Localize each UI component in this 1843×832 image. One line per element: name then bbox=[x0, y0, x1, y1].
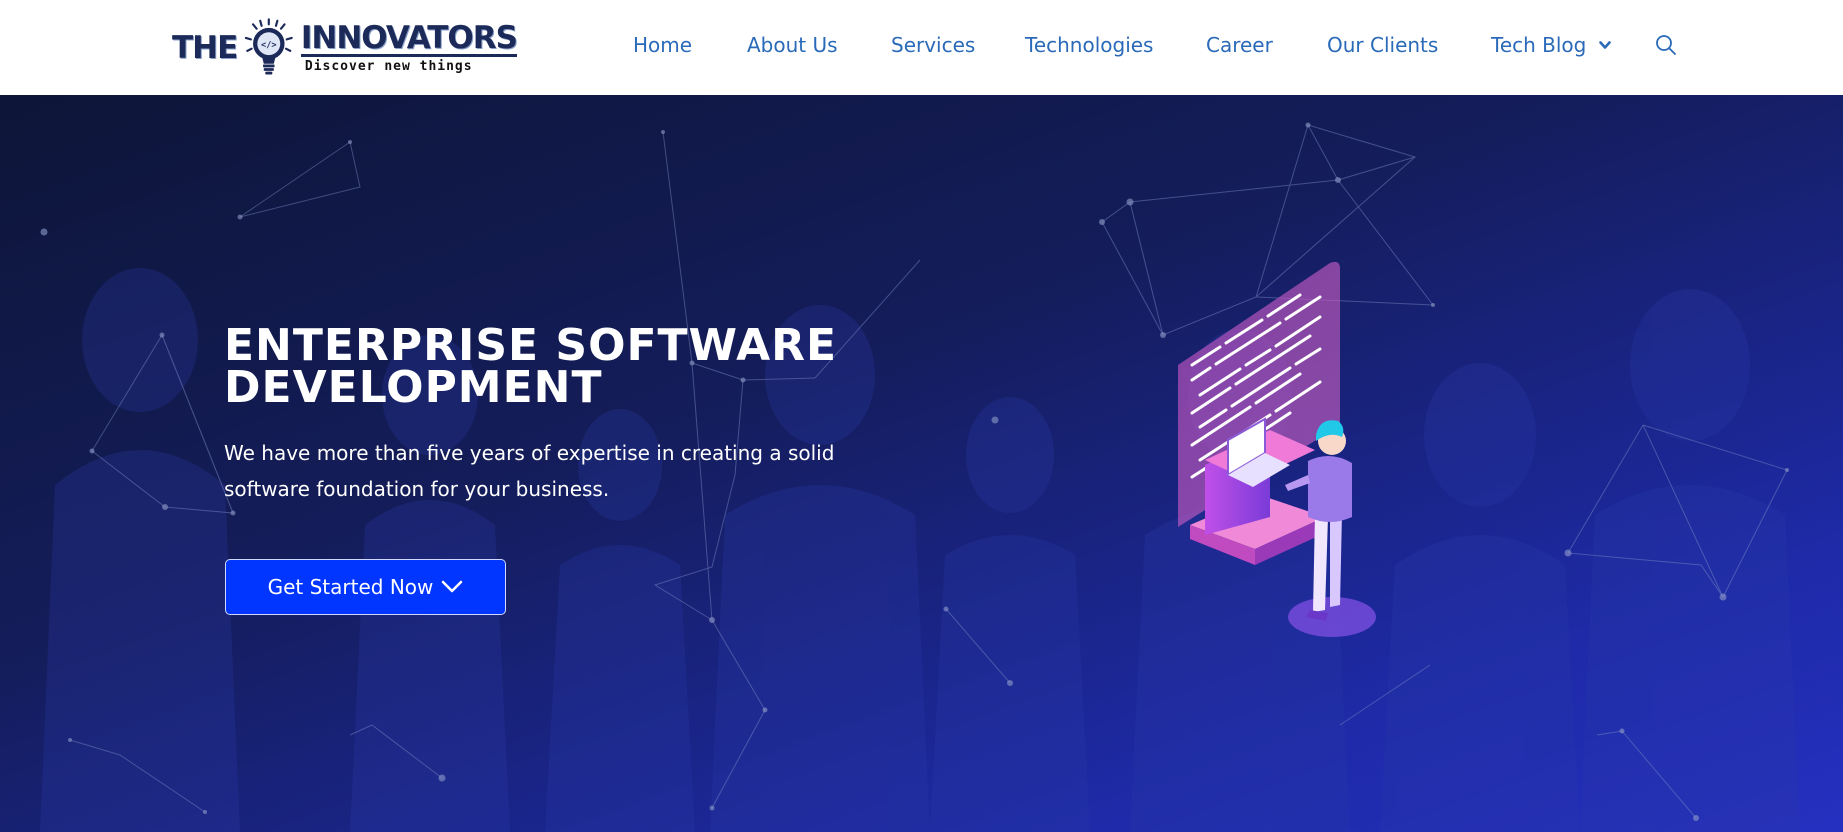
search-icon[interactable] bbox=[1655, 34, 1677, 56]
chevron-down-icon bbox=[1598, 41, 1611, 49]
site-header: THE </> INNOVATORS Discover new things H… bbox=[0, 0, 1843, 95]
get-started-button[interactable]: Get Started Now bbox=[225, 559, 506, 615]
nav-item-home[interactable]: Home bbox=[633, 33, 692, 57]
chevron-down-icon bbox=[442, 580, 463, 593]
hero-subtitle: We have more than five years of expertis… bbox=[224, 441, 835, 501]
developer-at-screen-illustration bbox=[1178, 261, 1376, 637]
nav-item-services[interactable]: Services bbox=[891, 33, 975, 57]
nav-item-career[interactable]: Career bbox=[1206, 33, 1273, 57]
hero-title-line-2: DEVELOPMENT bbox=[224, 362, 603, 413]
hero-title: ENTERPRISE SOFTWARE DEVELOPMENT bbox=[224, 324, 924, 410]
nav-item-tech-blog[interactable]: Tech Blog bbox=[1491, 33, 1611, 57]
nav-item-our-clients[interactable]: Our Clients bbox=[1327, 33, 1438, 57]
get-started-label: Get Started Now bbox=[267, 575, 434, 599]
nav-item-about-us[interactable]: About Us bbox=[747, 33, 838, 57]
nav-item-technologies[interactable]: Technologies bbox=[1025, 33, 1153, 57]
main-nav: Home About Us Services Technologies Care… bbox=[0, 0, 1843, 95]
hero-section: ENTERPRISE SOFTWARE DEVELOPMENT We have … bbox=[0, 95, 1843, 832]
nav-item-tech-blog-label: Tech Blog bbox=[1491, 33, 1587, 57]
